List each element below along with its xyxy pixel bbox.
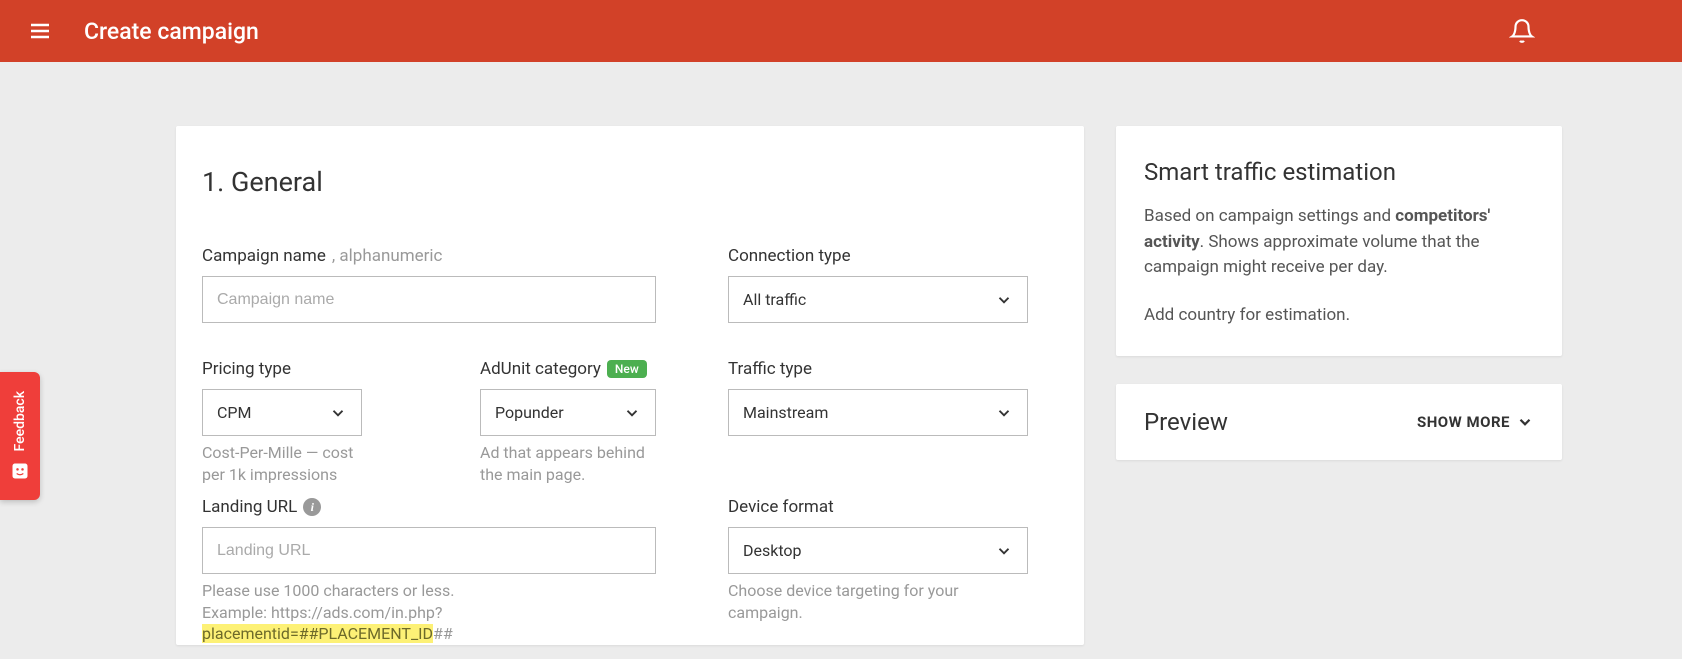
menu-button[interactable]	[20, 11, 60, 51]
pricing-type-select[interactable]: CPM	[202, 389, 362, 436]
preview-title: Preview	[1144, 408, 1228, 436]
notifications-button[interactable]	[1502, 11, 1542, 51]
feedback-label: Feedback	[12, 391, 28, 451]
traffic-type-label: Traffic type	[728, 359, 1028, 379]
smart-estimation-card: Smart traffic estimation Based on campai…	[1116, 126, 1562, 356]
traffic-type-select[interactable]: Mainstream	[728, 389, 1028, 436]
feedback-tab[interactable]: Feedback	[0, 372, 40, 500]
info-icon[interactable]: i	[303, 498, 321, 516]
campaign-name-input[interactable]	[202, 276, 656, 323]
estimation-text: Based on campaign settings and competito…	[1144, 204, 1534, 281]
pricing-type-label: Pricing type	[202, 359, 362, 379]
device-format-help: Choose device targeting for your campaig…	[728, 580, 1028, 623]
pricing-type-help: Cost-Per-Mille — cost per 1k impressions	[202, 442, 362, 485]
chevron-down-icon	[995, 404, 1013, 422]
smiley-icon	[10, 461, 30, 481]
app-header: Create campaign	[0, 0, 1682, 62]
chevron-down-icon	[329, 404, 347, 422]
connection-type-select[interactable]: All traffic	[728, 276, 1028, 323]
bell-icon	[1509, 18, 1535, 44]
landing-url-label: Landing URL i	[202, 497, 656, 517]
estimation-title: Smart traffic estimation	[1144, 158, 1534, 186]
connection-type-label: Connection type	[728, 246, 1028, 266]
chevron-down-icon	[995, 291, 1013, 309]
landing-url-help: Please use 1000 characters or less. Exam…	[202, 580, 656, 645]
preview-card: Preview SHOW MORE	[1116, 384, 1562, 460]
chevron-down-icon	[623, 404, 641, 422]
estimation-hint: Add country for estimation.	[1144, 303, 1534, 329]
chevron-down-icon	[1516, 413, 1534, 431]
adunit-category-label: AdUnit category New	[480, 359, 656, 379]
adunit-category-help: Ad that appears behind the main page.	[480, 442, 656, 485]
adunit-category-select[interactable]: Popunder	[480, 389, 656, 436]
campaign-name-label: Campaign name, alphanumeric	[202, 246, 656, 266]
new-badge: New	[607, 360, 647, 378]
device-format-label: Device format	[728, 497, 1028, 517]
chevron-down-icon	[995, 542, 1013, 560]
landing-url-input[interactable]	[202, 527, 656, 574]
hamburger-icon	[28, 19, 52, 43]
section-title: 1. General	[202, 166, 1028, 198]
general-section-card: 1. General Campaign name, alphanumeric C…	[176, 126, 1084, 645]
show-more-button[interactable]: SHOW MORE	[1417, 413, 1534, 431]
page-title: Create campaign	[84, 18, 259, 45]
device-format-select[interactable]: Desktop	[728, 527, 1028, 574]
